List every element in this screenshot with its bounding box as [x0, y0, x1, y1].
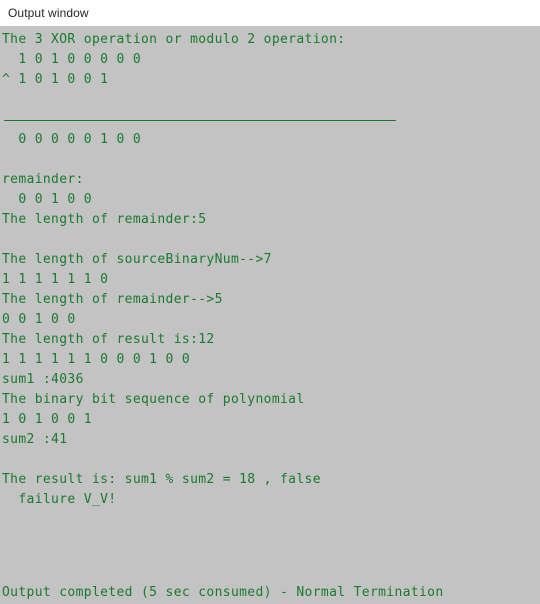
console-line: 1 0 1 0 0 1	[2, 412, 92, 427]
console-line: 1 1 1 1 1 1 0 0 0 1 0 0	[2, 352, 191, 367]
console-line: 0 0 0 0 0 1 0 0	[2, 132, 142, 147]
console-line: sum1 :4036	[2, 372, 84, 387]
window-titlebar: Output window	[0, 0, 540, 26]
console-line: failure V_V!	[2, 492, 117, 507]
console-line: The length of remainder-->5	[2, 292, 223, 307]
console-line: 0 0 1 0 0	[2, 192, 92, 207]
console-line-list: The 3 XOR operation or modulo 2 operatio…	[2, 30, 540, 510]
console-line: The length of remainder:5	[2, 212, 207, 227]
console-line: The binary bit sequence of polynomial	[2, 392, 305, 407]
console-line: The 3 XOR operation or modulo 2 operatio…	[2, 32, 346, 47]
console-line: The length of result is:12	[2, 332, 215, 347]
console-line: 1 0 1 0 0 0 0 0	[2, 52, 142, 67]
console-line: ^ 1 0 1 0 0 1	[2, 72, 109, 87]
console-line: The result is: sum1 % sum2 = 18 , false	[2, 472, 321, 487]
status-message: Output completed (5 sec consumed) - Norm…	[2, 585, 444, 600]
console-output-area[interactable]: The 3 XOR operation or modulo 2 operatio…	[0, 26, 540, 604]
console-line: The length of sourceBinaryNum-->7	[2, 252, 272, 267]
page-title: Output window	[8, 6, 89, 20]
output-window: Output window The 3 XOR operation or mod…	[0, 0, 540, 604]
console-line: remainder:	[2, 172, 84, 187]
console-line: 0 0 1 0 0	[2, 312, 76, 327]
status-bar: Output completed (5 sec consumed) - Norm…	[0, 582, 540, 604]
console-line: sum2 :41	[2, 432, 68, 447]
console-line: 1 1 1 1 1 1 0	[2, 272, 109, 287]
horizontal-rule	[4, 119, 396, 121]
console-separator-rule	[2, 110, 540, 130]
